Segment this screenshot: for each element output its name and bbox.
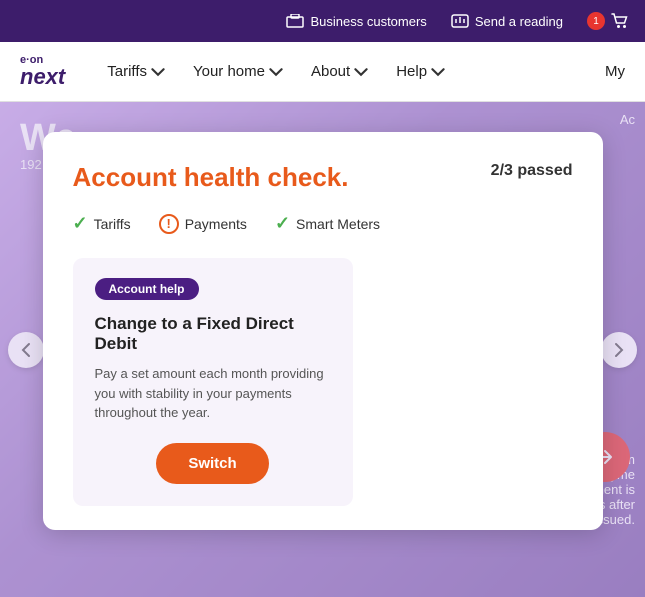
check-smart-meters: ✓ Smart Meters: [275, 213, 380, 234]
logo[interactable]: e·on next: [20, 55, 65, 88]
inner-card-description: Pay a set amount each month providing yo…: [95, 364, 331, 423]
nav-your-home-label: Your home: [193, 63, 265, 80]
check-payments-label: Payments: [185, 216, 247, 232]
account-help-card: Account help Change to a Fixed Direct De…: [73, 258, 353, 506]
check-payments: ! Payments: [159, 214, 247, 234]
checks-row: ✓ Tariffs ! Payments ✓ Smart Meters: [73, 213, 573, 234]
nav-your-home[interactable]: Your home: [181, 55, 295, 88]
business-customers-icon: [286, 12, 304, 30]
nav-my[interactable]: My: [605, 63, 625, 80]
nav-bar: e·on next Tariffs Your home About Help M…: [0, 42, 645, 102]
chevron-down-icon: [431, 65, 445, 79]
check-warn-icon: !: [159, 214, 179, 234]
notification-bell[interactable]: 1: [587, 12, 629, 30]
business-customers-link[interactable]: Business customers: [286, 12, 426, 30]
check-pass-icon: ✓: [73, 213, 88, 234]
modal-title: Account health check.: [73, 162, 349, 193]
logo-next: next: [20, 66, 65, 88]
nav-about-label: About: [311, 63, 350, 80]
check-smart-meters-label: Smart Meters: [296, 216, 380, 232]
nav-tariffs[interactable]: Tariffs: [95, 55, 177, 88]
cart-icon: [611, 12, 629, 30]
nav-help-label: Help: [396, 63, 427, 80]
modal-overlay: Account health check. 2/3 passed ✓ Tarif…: [0, 102, 645, 597]
send-reading-link[interactable]: Send a reading: [451, 12, 563, 30]
switch-button[interactable]: Switch: [156, 443, 268, 484]
nav-about[interactable]: About: [299, 55, 380, 88]
modal-header: Account health check. 2/3 passed: [73, 162, 573, 193]
business-customers-label: Business customers: [310, 14, 426, 29]
check-tariffs: ✓ Tariffs: [73, 213, 131, 234]
check-pass-icon-2: ✓: [275, 213, 290, 234]
inner-card-title: Change to a Fixed Direct Debit: [95, 314, 331, 354]
nav-items: Tariffs Your home About Help: [95, 55, 605, 88]
notification-badge: 1: [587, 12, 605, 30]
account-health-check-modal: Account health check. 2/3 passed ✓ Tarif…: [43, 132, 603, 530]
meter-icon: [451, 12, 469, 30]
chevron-down-icon: [269, 65, 283, 79]
top-bar: Business customers Send a reading 1: [0, 0, 645, 42]
chevron-down-icon: [354, 65, 368, 79]
nav-help[interactable]: Help: [384, 55, 457, 88]
passed-badge: 2/3 passed: [491, 162, 573, 180]
nav-tariffs-label: Tariffs: [107, 63, 147, 80]
check-tariffs-label: Tariffs: [94, 216, 131, 232]
account-help-tag: Account help: [95, 278, 199, 300]
chevron-down-icon: [151, 65, 165, 79]
send-reading-label: Send a reading: [475, 14, 563, 29]
